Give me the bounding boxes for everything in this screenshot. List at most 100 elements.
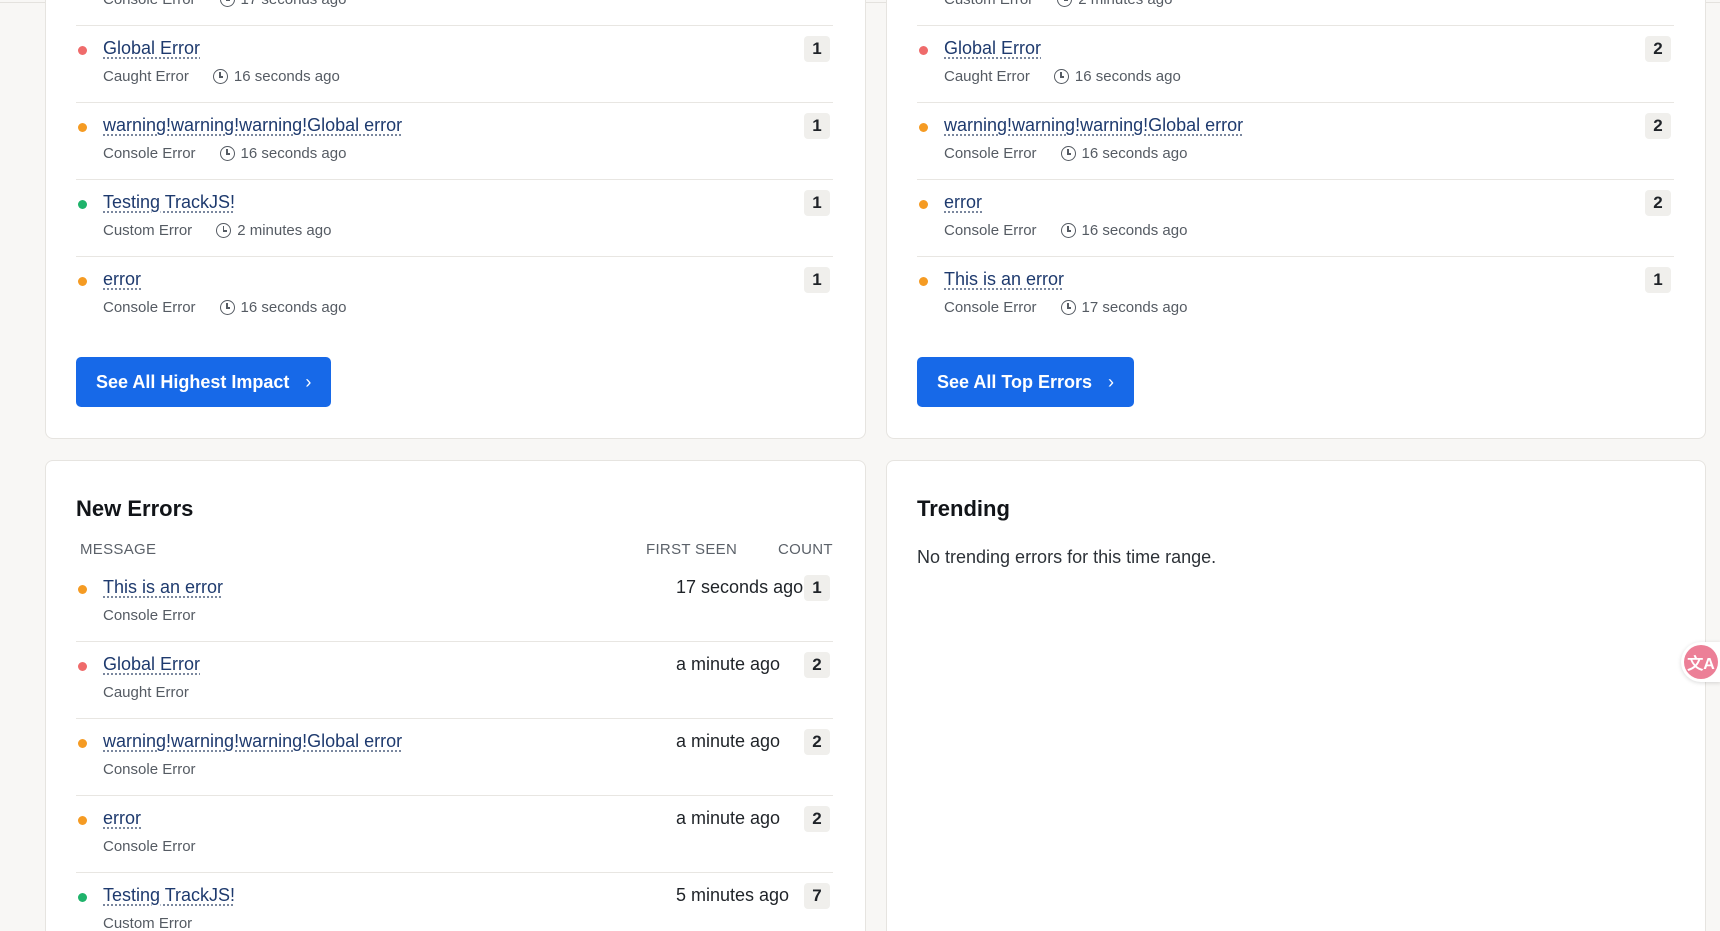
count-badge: 2 bbox=[804, 806, 830, 832]
error-meta: Console Error 16 seconds ago bbox=[103, 145, 346, 162]
error-row[interactable]: warning!warning!warning!Global error Cons… bbox=[76, 719, 833, 796]
error-time: 17 seconds ago bbox=[241, 0, 347, 8]
highest-impact-card: This is an errorConsole Error17 seconds … bbox=[45, 0, 866, 439]
error-row[interactable]: This is an error Console Error 17 seconds … bbox=[76, 565, 833, 642]
status-dot bbox=[78, 739, 87, 748]
clock-icon bbox=[216, 223, 232, 238]
error-time: 2 minutes ago bbox=[1078, 0, 1172, 8]
new-errors-card: New Errors MESSAGE FIRST SEEN COUNT This… bbox=[45, 460, 866, 931]
error-time: 16 seconds ago bbox=[1081, 222, 1188, 239]
error-type: Custom Error bbox=[944, 0, 1033, 8]
error-row[interactable]: Testing TrackJS!Custom Error2 minutes ag… bbox=[917, 0, 1674, 26]
error-meta: Console Error bbox=[103, 607, 220, 624]
clock-icon bbox=[1057, 0, 1073, 7]
clock-icon bbox=[219, 300, 235, 315]
error-row[interactable]: error Console Error 16 seconds ago 1 bbox=[76, 257, 833, 334]
error-message-link[interactable]: warning!warning!warning!Global error bbox=[103, 731, 402, 752]
count-badge: 7 bbox=[804, 883, 830, 909]
first-seen: a minute ago bbox=[676, 731, 781, 751]
status-dot bbox=[919, 123, 928, 132]
clock-icon bbox=[219, 0, 235, 7]
clock-icon bbox=[1060, 146, 1076, 161]
error-row[interactable]: This is an error Console Error 17 seconds … bbox=[917, 257, 1674, 334]
first-seen: a minute ago bbox=[676, 808, 781, 828]
clock-icon bbox=[1060, 300, 1076, 315]
error-row[interactable]: warning!warning!warning!Global error Cons… bbox=[76, 103, 833, 180]
error-meta: Caught Error bbox=[103, 684, 213, 701]
error-meta: Console Error 16 seconds ago bbox=[944, 145, 1187, 162]
error-message-link[interactable]: Global Error bbox=[103, 38, 200, 59]
count-badge: 1 bbox=[804, 113, 830, 139]
count-badge: 2 bbox=[1645, 36, 1671, 62]
error-row[interactable]: Global Error Caught Error a minute ago 2 bbox=[76, 642, 833, 719]
error-row[interactable]: error Console Error 16 seconds ago 2 bbox=[917, 180, 1674, 257]
error-row[interactable]: error Console Error a minute ago 2 bbox=[76, 796, 833, 873]
clock-icon bbox=[212, 69, 228, 84]
error-row[interactable]: warning!warning!warning!Global error Cons… bbox=[917, 103, 1674, 180]
error-message-link[interactable]: Testing TrackJS! bbox=[103, 885, 235, 906]
count-badge: 2 bbox=[804, 652, 830, 678]
status-dot bbox=[78, 200, 87, 209]
count-badge: 1 bbox=[804, 190, 830, 216]
see-all-highest-impact-label: See All Highest Impact bbox=[96, 371, 290, 392]
see-all-top-errors-button[interactable]: See All Top Errors › bbox=[917, 357, 1135, 407]
clock-icon bbox=[1053, 69, 1069, 84]
error-time: 17 seconds ago bbox=[1081, 299, 1188, 316]
error-meta: Custom Error 2 minutes ago bbox=[103, 222, 331, 239]
error-type: Console Error bbox=[103, 761, 196, 778]
first-seen: a minute ago bbox=[676, 654, 781, 674]
error-message-link[interactable]: Testing TrackJS! bbox=[103, 192, 235, 213]
error-time: 16 seconds ago bbox=[240, 145, 347, 162]
error-time: 16 seconds ago bbox=[240, 299, 347, 316]
error-meta: Console Error bbox=[103, 761, 220, 778]
clock-icon bbox=[219, 146, 235, 161]
error-message-link[interactable]: Global Error bbox=[944, 38, 1041, 59]
first-seen: 17 seconds ago bbox=[676, 577, 804, 597]
error-type: Console Error bbox=[944, 145, 1037, 162]
error-message-link[interactable]: Global Error bbox=[103, 654, 200, 675]
column-header-first-seen: FIRST SEEN bbox=[646, 541, 738, 558]
error-message-link[interactable]: This is an error bbox=[103, 577, 223, 598]
error-meta: Console Error 16 seconds ago bbox=[944, 222, 1187, 239]
error-meta: Custom Error bbox=[103, 915, 216, 931]
status-dot bbox=[919, 200, 928, 209]
status-dot bbox=[78, 816, 87, 825]
see-all-highest-impact-button[interactable]: See All Highest Impact › bbox=[76, 357, 332, 407]
error-type: Caught Error bbox=[103, 684, 189, 701]
error-row[interactable]: This is an errorConsole Error17 seconds … bbox=[76, 0, 833, 26]
error-meta: Console Error bbox=[103, 838, 220, 855]
clock-icon bbox=[1060, 223, 1076, 238]
error-row[interactable]: Testing TrackJS! Custom Error2 minutes ag… bbox=[76, 180, 833, 257]
error-row[interactable]: Testing TrackJS! Custom Error 5 minutes ag… bbox=[76, 873, 833, 931]
error-message-link[interactable]: error bbox=[944, 192, 982, 213]
status-dot bbox=[919, 277, 928, 286]
translate-button[interactable]: 文A bbox=[1681, 642, 1720, 682]
error-row[interactable]: Global Error Caught Error 16 seconds ago 1 bbox=[76, 26, 833, 103]
count-badge: 1 bbox=[804, 267, 830, 293]
error-time: 16 seconds ago bbox=[1081, 145, 1188, 162]
error-meta: Console Error 17 seconds ago bbox=[944, 299, 1187, 316]
status-dot bbox=[78, 662, 87, 671]
error-message-link[interactable]: error bbox=[103, 808, 141, 829]
trending-title: Trending bbox=[917, 496, 1010, 521]
trending-empty-message: No trending errors for this time range. bbox=[917, 547, 1217, 567]
error-message-link[interactable]: warning!warning!warning!Global error bbox=[944, 115, 1243, 136]
first-seen: 5 minutes ago bbox=[676, 885, 790, 905]
error-message-link[interactable]: error bbox=[103, 269, 141, 290]
error-message-link[interactable]: warning!warning!warning!Global error bbox=[103, 115, 402, 136]
error-meta: Caught Error 16 seconds ago bbox=[944, 68, 1181, 85]
error-time: 2 minutes ago bbox=[237, 222, 332, 239]
error-type: Console Error bbox=[944, 299, 1037, 316]
error-meta: Custom Error 2 minutes ago bbox=[944, 0, 1172, 8]
status-dot bbox=[78, 585, 87, 594]
error-message-link[interactable]: This is an error bbox=[944, 269, 1064, 290]
error-row[interactable]: Global Error Caught Error 16 seconds ago 2 bbox=[917, 26, 1674, 103]
error-type: Caught Error bbox=[944, 68, 1030, 85]
status-dot bbox=[919, 46, 928, 55]
status-dot bbox=[78, 893, 87, 902]
status-dot bbox=[78, 123, 87, 132]
column-header-message: MESSAGE bbox=[80, 541, 157, 558]
count-badge: 2 bbox=[1645, 190, 1671, 216]
error-meta: Caught Error 16 seconds ago bbox=[103, 68, 340, 85]
error-type: Console Error bbox=[103, 145, 196, 162]
